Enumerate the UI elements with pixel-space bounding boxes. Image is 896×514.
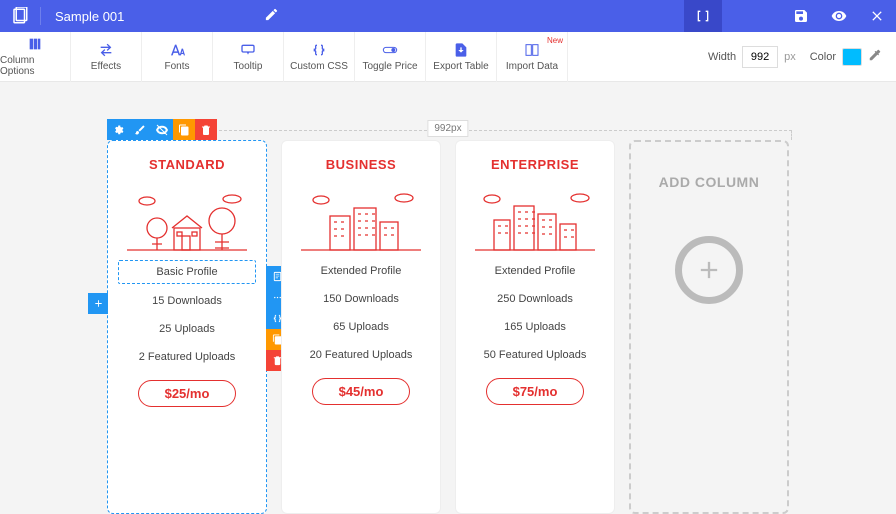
width-label: Width: [708, 51, 736, 63]
add-feature-button[interactable]: [88, 293, 108, 314]
column-duplicate-button[interactable]: [173, 119, 195, 140]
color-label: Color: [810, 51, 836, 63]
color-control: Color: [810, 48, 896, 66]
feature-item[interactable]: Extended Profile: [321, 260, 402, 282]
edit-title-icon[interactable]: [264, 7, 279, 25]
ruler-label: 992px: [427, 120, 468, 137]
illustration-buildings: [292, 184, 430, 254]
feature-item[interactable]: 65 Uploads: [333, 316, 389, 338]
feature-item[interactable]: Extended Profile: [495, 260, 576, 282]
illustration-city: [466, 184, 604, 254]
column-title: BUSINESS: [326, 157, 396, 172]
column-settings-button[interactable]: [107, 119, 129, 140]
column-visibility-button[interactable]: [151, 119, 173, 140]
tool-effects[interactable]: Effects: [71, 32, 142, 82]
pricing-column-enterprise[interactable]: ENTERPRISE Extended Profile 250 Download…: [455, 140, 615, 514]
column-style-button[interactable]: [129, 119, 151, 140]
feature-item[interactable]: 50 Featured Uploads: [484, 344, 587, 366]
column-title: STANDARD: [149, 157, 225, 172]
column-toolbar: [107, 119, 217, 140]
eyedropper-icon[interactable]: [868, 48, 882, 65]
feature-item[interactable]: 2 Featured Uploads: [139, 346, 236, 368]
feature-item[interactable]: 165 Uploads: [504, 316, 566, 338]
column-delete-button[interactable]: [195, 119, 217, 140]
feature-item[interactable]: 150 Downloads: [323, 288, 399, 310]
pricing-column-standard[interactable]: STANDARD Basic Profile 15 Downloads 25 U…: [107, 140, 267, 514]
price-button[interactable]: $45/mo: [312, 378, 411, 405]
canvas: 992px STANDARD Basic Profile 15 Download…: [0, 82, 896, 514]
preview-button[interactable]: [820, 0, 858, 32]
close-button[interactable]: [858, 0, 896, 32]
feature-item[interactable]: Basic Profile: [118, 260, 256, 284]
add-column-button[interactable]: ADD COLUMN: [629, 140, 789, 514]
price-button[interactable]: $25/mo: [138, 380, 237, 407]
price-button[interactable]: $75/mo: [486, 378, 585, 405]
tool-custom-css[interactable]: Custom CSS: [284, 32, 355, 82]
add-column-label: ADD COLUMN: [659, 174, 760, 190]
tool-column-options[interactable]: Column Options: [0, 32, 71, 82]
width-unit: px: [784, 51, 796, 63]
table-title: Sample 001: [55, 9, 124, 24]
feature-item[interactable]: 25 Uploads: [159, 318, 215, 340]
tool-tooltip[interactable]: Tooltip: [213, 32, 284, 82]
top-bar: Sample 001: [0, 0, 896, 32]
plus-circle-icon: [675, 236, 743, 304]
pricing-column-business[interactable]: BUSINESS Extended Profile 150 Downloads …: [281, 140, 441, 514]
toolbar: Column Options Effects Fonts Tooltip Cus…: [0, 32, 896, 82]
tool-export-table[interactable]: Export Table: [426, 32, 497, 82]
tool-fonts[interactable]: Fonts: [142, 32, 213, 82]
tool-toggle-price[interactable]: Toggle Price: [355, 32, 426, 82]
title-area: Sample 001: [40, 7, 293, 25]
column-title: ENTERPRISE: [491, 157, 579, 172]
save-button[interactable]: [782, 0, 820, 32]
color-swatch[interactable]: [842, 48, 862, 66]
code-brackets-button[interactable]: [684, 0, 722, 32]
width-control: Width px: [708, 46, 810, 68]
illustration-house: [118, 184, 256, 254]
pricing-table: STANDARD Basic Profile 15 Downloads 25 U…: [107, 140, 789, 514]
feature-item[interactable]: 15 Downloads: [152, 290, 222, 312]
width-input[interactable]: [742, 46, 778, 68]
app-logo[interactable]: [0, 0, 40, 32]
tool-import-data[interactable]: NewImport Data: [497, 32, 568, 82]
feature-item[interactable]: 20 Featured Uploads: [310, 344, 413, 366]
new-badge: New: [547, 36, 563, 45]
feature-item[interactable]: 250 Downloads: [497, 288, 573, 310]
